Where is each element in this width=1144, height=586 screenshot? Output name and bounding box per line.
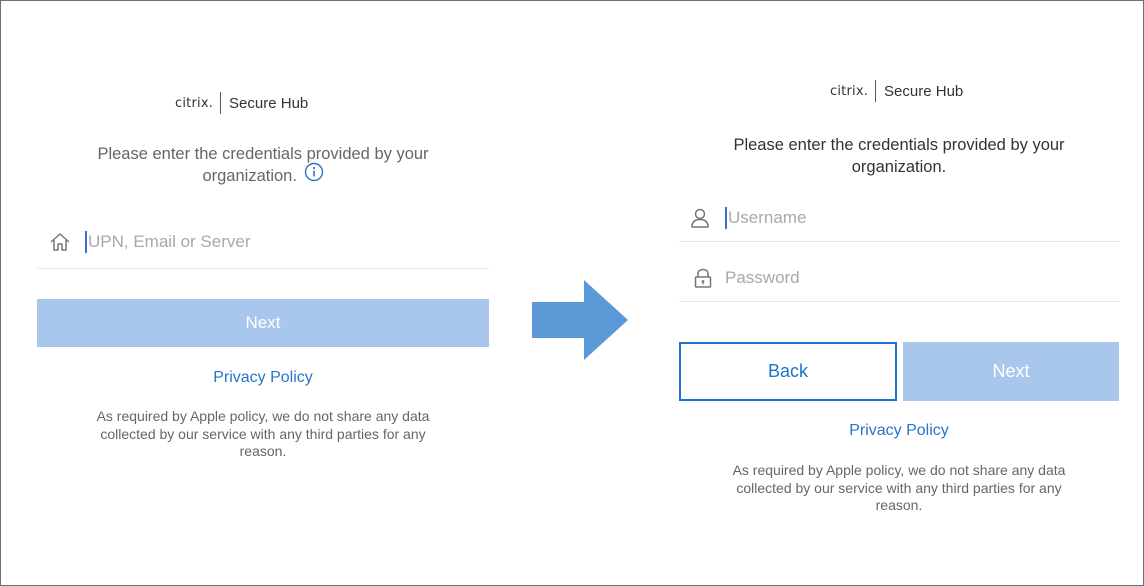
privacy-policy-link[interactable]: Privacy Policy [679,422,1119,440]
policy-line: collected by our service with any third … [100,425,426,442]
password-input-placeholder[interactable]: Password [725,268,800,288]
home-icon [49,231,71,253]
back-button[interactable]: Back [679,342,897,401]
credentials-prompt: Please enter the credentials provided by… [679,134,1119,178]
product-name: Secure Hub [229,94,309,112]
lock-icon [692,267,714,289]
logo-divider [875,80,877,102]
privacy-policy-link[interactable]: Privacy Policy [37,369,489,387]
prompt-line-2-row: organization. [37,162,489,188]
prompt-line-1: Please enter the credentials provided by… [97,145,429,163]
prompt-line-2: organization. [202,167,297,185]
screenshot-frame: citrix. Secure Hub Please enter the cred… [0,0,1144,586]
policy-line: As required by Apple policy, we do not s… [96,408,430,424]
policy-line: As required by Apple policy, we do not s… [732,462,1066,478]
policy-line: reason. [239,443,287,459]
citrix-logo: citrix. Secure Hub [175,92,308,114]
server-field[interactable]: UPN, Email or Server [37,215,489,269]
credentials-prompt: Please enter the credentials provided by… [37,143,489,188]
next-button[interactable]: Next [37,299,489,347]
next-button[interactable]: Next [903,342,1119,401]
right-arrow-icon [532,280,628,360]
user-icon [689,207,711,229]
password-field[interactable]: Password [679,255,1119,302]
username-field[interactable]: Username [679,195,1119,242]
username-input-placeholder[interactable]: Username [728,208,806,228]
server-input-placeholder[interactable]: UPN, Email or Server [88,232,250,252]
apple-policy-text: As required by Apple policy, we do not s… [37,408,489,461]
prompt-line-1: Please enter the credentials provided by… [733,136,1065,154]
text-cursor [725,207,727,229]
logo-divider [220,92,222,114]
product-name: Secure Hub [884,82,964,100]
citrix-brand-text: citrix. [830,83,869,99]
policy-line: reason. [875,497,923,513]
info-circle-icon[interactable] [304,162,324,188]
policy-line: collected by our service with any third … [736,479,1062,496]
prompt-line-2: organization. [851,158,947,176]
apple-policy-text: As required by Apple policy, we do not s… [679,462,1119,515]
citrix-brand-text: citrix. [175,95,214,111]
text-cursor [85,230,87,253]
citrix-logo: citrix. Secure Hub [830,80,963,102]
